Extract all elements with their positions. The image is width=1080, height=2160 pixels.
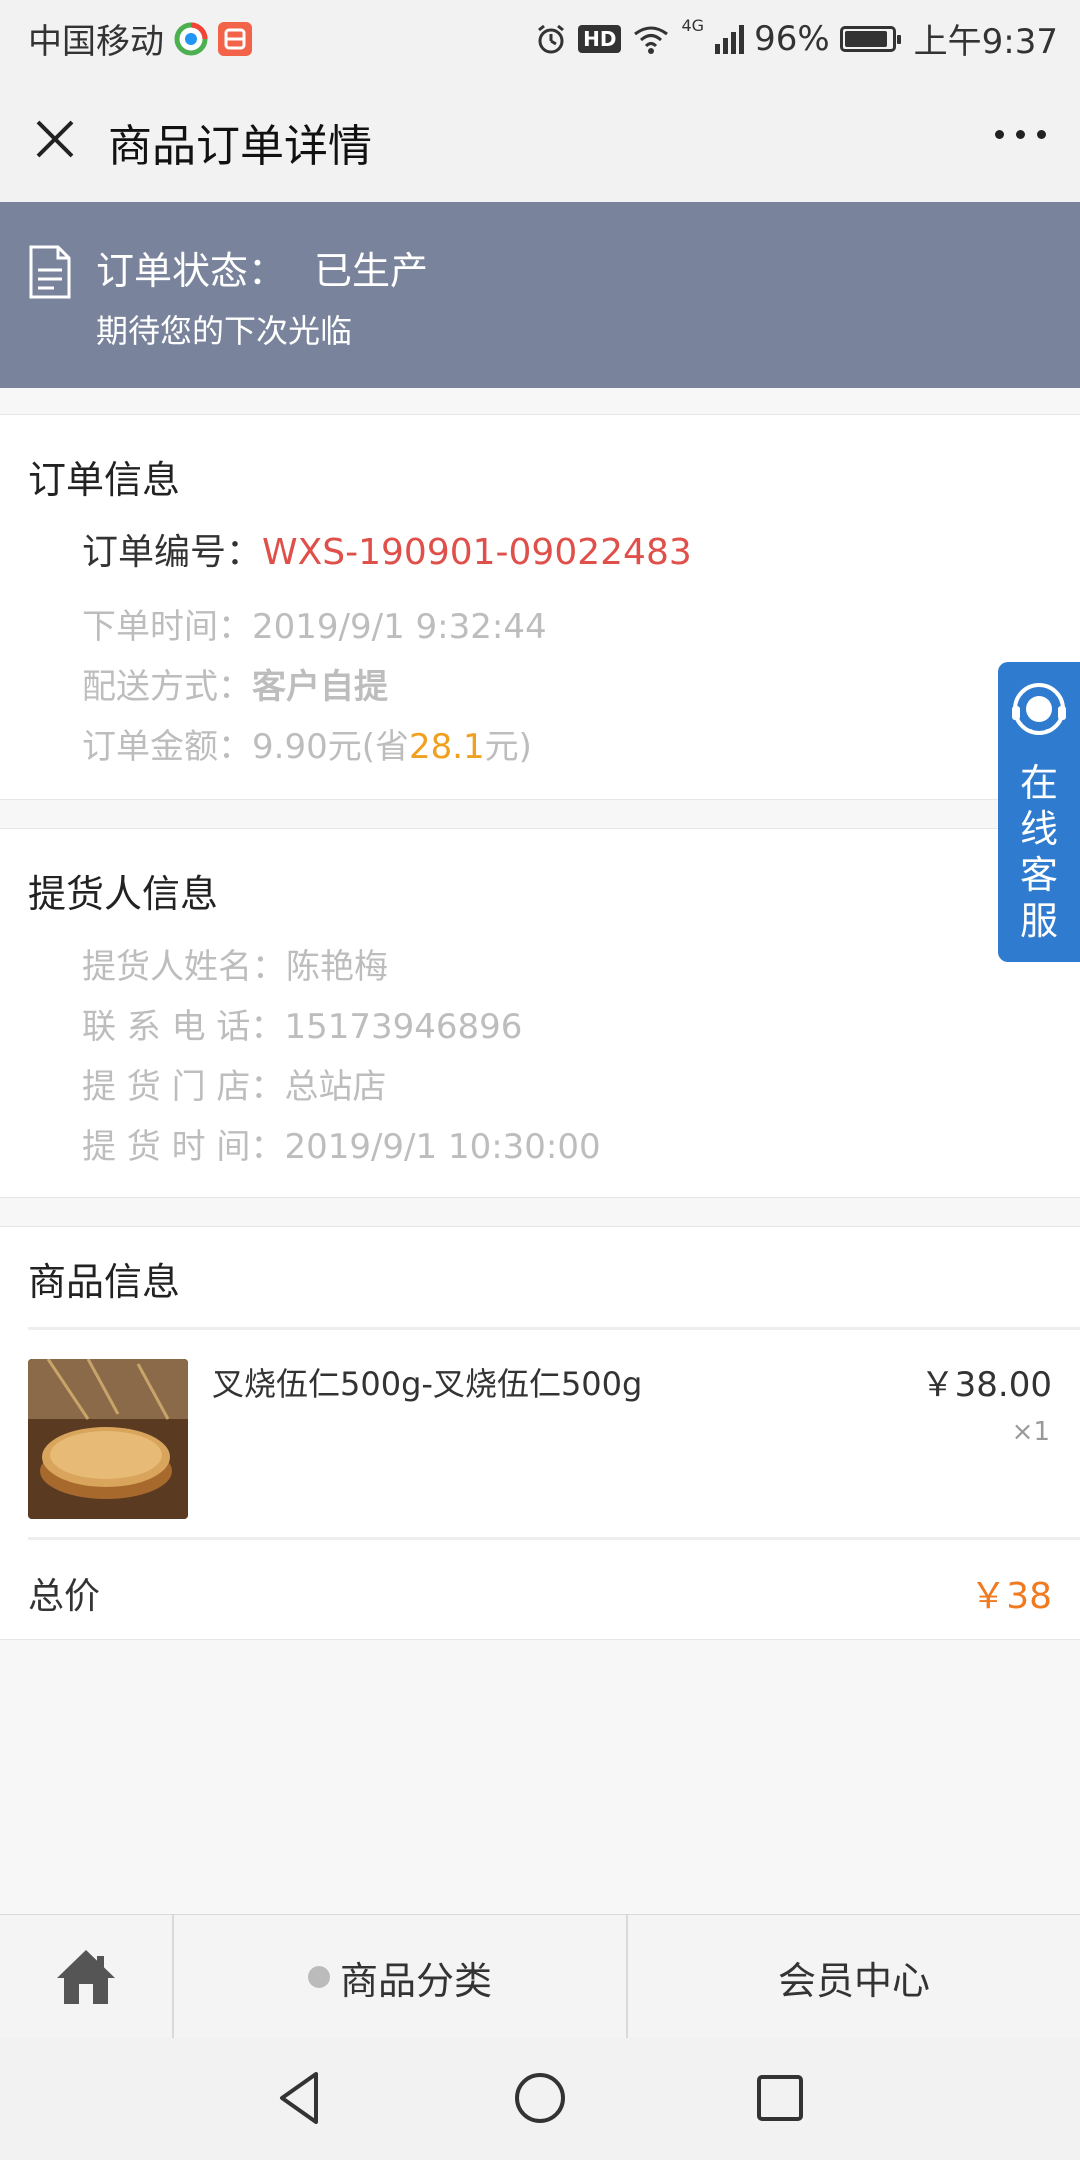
more-dot-icon — [995, 130, 1004, 139]
pickup-info-title: 提货人信息 — [28, 872, 219, 916]
bottom-nav: 商品分类 会员中心 — [0, 1914, 1080, 2039]
product-info-title: 商品信息 — [28, 1260, 181, 1304]
order-number-value: WXS-190901-09022483 — [262, 532, 692, 573]
online-service-label: 在线客服 — [1019, 761, 1058, 943]
amount-row: 订单金额：9.90元(省28.1元) — [82, 719, 532, 768]
carrier-label: 中国移动 — [28, 22, 164, 62]
pickup-phone-row: 联 系 电 话：15173946896 — [82, 999, 522, 1048]
more-menu-button[interactable] — [995, 130, 1046, 139]
home-icon — [57, 1950, 115, 2004]
pickup-phone-value: 15173946896 — [284, 1007, 523, 1047]
total-label: 总价 — [28, 1576, 101, 1617]
order-status-value: 已生产 — [314, 249, 429, 293]
order-status-label: 订单状态： — [96, 249, 287, 293]
pickup-time-label: 提 货 时 间： — [82, 1127, 285, 1167]
back-icon[interactable] — [272, 2068, 328, 2128]
pickup-name-value: 陈艳梅 — [286, 947, 388, 987]
amount-saved: 28.1 — [408, 727, 485, 767]
order-number-row: 订单编号：WXS-190901-09022483 — [82, 523, 692, 575]
signal-icon — [715, 24, 745, 54]
order-time-row: 下单时间：2019/9/1 9:32:44 — [82, 599, 547, 648]
divider — [28, 1327, 1080, 1330]
home-circle-icon[interactable] — [512, 2070, 568, 2126]
member-label: 会员中心 — [777, 1958, 930, 2003]
pickup-time-row: 提 货 时 间：2019/9/1 10:30:00 — [82, 1119, 601, 1168]
browser-app-icon — [174, 22, 208, 56]
title-bar: 商品订单详情 — [0, 72, 1080, 202]
pickup-store-label: 提 货 门 店： — [82, 1067, 285, 1107]
status-left: 中国移动 — [28, 14, 252, 63]
close-icon — [36, 120, 74, 158]
order-status-subtitle: 期待您的下次光临 — [96, 312, 353, 350]
page-title: 商品订单详情 — [108, 121, 372, 172]
battery-percent: 96% — [754, 18, 830, 59]
pickup-info-card: 提货人信息 提货人姓名：陈艳梅 联 系 电 话：15173946896 提 货 … — [0, 828, 1080, 1198]
online-service-button[interactable]: 在线客服 — [998, 662, 1080, 962]
total-value: ￥38 — [970, 1576, 1052, 1617]
order-time-value: 2019/9/1 9:32:44 — [252, 607, 547, 647]
battery-icon — [839, 25, 901, 52]
hd-badge: HD — [578, 24, 622, 53]
wifi-icon — [634, 26, 669, 54]
amount-value: 9.90元(省 — [252, 727, 409, 767]
pickup-name-row: 提货人姓名：陈艳梅 — [82, 939, 388, 988]
category-dot-icon — [307, 1966, 330, 1988]
divider — [28, 1537, 1080, 1540]
product-quantity: ×1 — [1011, 1417, 1050, 1447]
product-thumbnail — [28, 1359, 188, 1519]
close-button[interactable] — [28, 112, 82, 166]
pickup-phone-label: 联 系 电 话： — [82, 1007, 285, 1047]
more-dot-icon — [1037, 130, 1046, 139]
delivery-label: 配送方式： — [82, 667, 252, 707]
pickup-time-value: 2019/9/1 10:30:00 — [284, 1127, 601, 1167]
category-label: 商品分类 — [339, 1958, 492, 2003]
status-right: HD 4G 96% 上午9:37 — [534, 14, 1058, 63]
system-nav-bar — [0, 2038, 1080, 2160]
order-status-banner: 订单状态： 已生产 期待您的下次光临 — [0, 202, 1080, 388]
delivery-row: 配送方式：客户自提 — [82, 659, 388, 708]
order-time-label: 下单时间： — [82, 607, 252, 647]
order-number-label: 订单编号： — [82, 532, 263, 573]
pickup-name-label: 提货人姓名： — [82, 947, 286, 987]
headset-icon — [1012, 683, 1066, 735]
category-tab[interactable]: 商品分类 — [174, 1915, 626, 2039]
status-bar: 中国移动 HD 4G 96% 上午9:37 — [0, 0, 1080, 72]
clock: 上午9:37 — [913, 22, 1058, 62]
carp-app-icon — [218, 21, 252, 56]
network-type: 4G — [681, 16, 705, 35]
recents-icon[interactable] — [754, 2072, 806, 2124]
product-name: 叉烧伍仁500g-叉烧伍仁500g — [212, 1365, 643, 1403]
pickup-store-value: 总站店 — [284, 1067, 387, 1107]
order-info-title: 订单信息 — [28, 458, 181, 502]
delivery-value: 客户自提 — [252, 667, 388, 707]
amount-suffix: 元) — [484, 727, 532, 767]
pickup-store-row: 提 货 门 店：总站店 — [82, 1059, 386, 1108]
member-tab[interactable]: 会员中心 — [628, 1915, 1080, 2039]
document-icon — [29, 245, 71, 299]
product-info-card: 商品信息 叉烧伍仁500g-叉烧伍仁500g ￥38.00 ×1 总价 ￥38 — [0, 1226, 1080, 1640]
amount-label: 订单金额： — [82, 727, 252, 767]
order-status-line: 订单状态： 已生产 — [96, 240, 428, 295]
order-info-card: 订单信息 订单编号：WXS-190901-09022483 下单时间：2019/… — [0, 414, 1080, 800]
product-price: ￥38.00 — [920, 1365, 1052, 1405]
home-tab[interactable] — [0, 1915, 172, 2039]
alarm-icon — [538, 24, 565, 53]
more-dot-icon — [1016, 130, 1025, 139]
